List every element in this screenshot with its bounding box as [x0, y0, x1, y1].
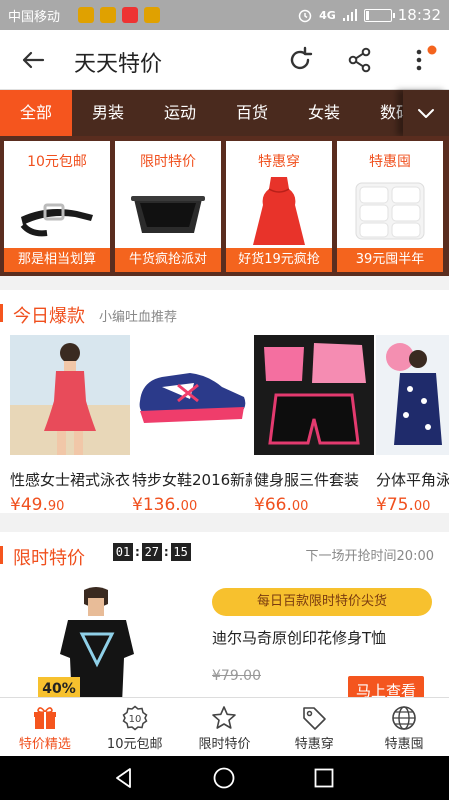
tab-women[interactable]: 女装 — [288, 90, 360, 136]
discount-badge: 40% — [38, 677, 80, 697]
view-now-button[interactable]: 马上查看 — [348, 676, 424, 697]
flash-sale-section: 限时特价 01 : 27 : 15 下一场开抢时间20:00 40% 每日百款限… — [0, 532, 449, 697]
promo-title: 限时特价 — [140, 154, 196, 170]
daily-deal-banner: 每日百款限时特价尖货 — [212, 588, 432, 616]
nav-label: 特惠囤 — [384, 737, 424, 752]
tab-sports[interactable]: 运动 — [144, 90, 216, 136]
tab-general[interactable]: 百货 — [216, 90, 288, 136]
nav-label: 限时特价 — [198, 737, 251, 752]
section-title: 限时特价 — [13, 548, 85, 569]
product-card[interactable]: 分体平角泳衣 ¥75.00 — [376, 335, 449, 515]
product-price: ¥136.00 — [132, 495, 198, 515]
ten-yuan-icon: 10 — [122, 705, 148, 731]
home-circle-icon[interactable] — [212, 766, 236, 790]
share-icon[interactable] — [345, 45, 375, 75]
gift-icon — [33, 707, 56, 729]
countdown-timer: 01 : 27 : 15 — [113, 543, 191, 561]
product-card[interactable]: 健身服三件套装 ¥66.00 — [254, 335, 374, 515]
more-vertical-icon[interactable] — [404, 45, 440, 75]
promo-card[interactable]: 特惠穿 好货19元疯抢 — [226, 141, 332, 272]
fitness-set-image — [254, 335, 374, 455]
page-title: 天天特价 — [74, 52, 163, 77]
svg-text:10: 10 — [128, 714, 141, 725]
old-price: ¥79.00 — [212, 668, 261, 684]
section-accent-bar — [0, 304, 3, 322]
baking-pan-image — [131, 196, 205, 233]
notification-icon — [100, 7, 116, 23]
arrow-left-icon[interactable] — [18, 45, 48, 75]
globe-icon — [392, 706, 416, 730]
promo-title: 10元包邮 — [27, 154, 87, 170]
status-bar: 中国移动 4G 18:32 — [0, 0, 449, 30]
section-subtitle: 小编吐血推荐 — [99, 310, 178, 325]
timer-hours: 01 — [113, 543, 133, 561]
product-name: 分体平角泳衣 — [376, 471, 449, 489]
promo-title: 特惠囤 — [369, 154, 411, 170]
recents-square-icon[interactable] — [312, 766, 336, 790]
tissue-pack-image — [355, 182, 425, 240]
tab-all[interactable]: 全部 — [0, 90, 72, 136]
promo-card[interactable]: 限时特价 牛货疯抢派对 — [115, 141, 221, 272]
product-price: ¥49.90 — [10, 495, 65, 515]
bottom-nav: 特价精选 10 10元包邮 限时特价 特惠穿 特惠囤 — [0, 697, 449, 756]
nav-flash-sale[interactable]: 限时特价 — [180, 698, 270, 756]
dress-image — [253, 177, 305, 245]
swimsuit-image — [10, 335, 130, 455]
back-triangle-icon[interactable] — [112, 766, 136, 790]
product-card[interactable]: 性感女士裙式泳衣 ¥49.90 — [10, 335, 130, 515]
notification-dot — [427, 45, 437, 55]
nav-label: 特价精选 — [18, 737, 71, 752]
nav-label: 特惠穿 — [294, 737, 334, 752]
flash-item-title: 迪尔马奇原创印花修身T恤 — [212, 629, 387, 647]
battery-icon — [363, 8, 395, 22]
belt-image — [20, 203, 93, 237]
signal-icon — [342, 9, 357, 21]
alarm-icon — [298, 9, 312, 23]
promo-title: 特惠穿 — [258, 154, 300, 170]
tab-men[interactable]: 男装 — [72, 90, 144, 136]
promo-card[interactable]: 特惠囤 39元囤半年 — [337, 141, 443, 272]
app-header: 天天特价 — [0, 30, 449, 90]
promo-footer: 牛货疯抢派对 — [115, 248, 221, 272]
section-title: 今日爆款 — [13, 306, 85, 327]
chevron-down-icon — [418, 109, 434, 118]
network-label: 4G — [319, 8, 336, 22]
promo-footer: 好货19元疯抢 — [226, 248, 332, 272]
section-accent-bar — [0, 546, 3, 564]
notification-icon — [144, 7, 160, 23]
category-tabs: 全部 男装 运动 百货 女装 数码 — [0, 90, 449, 136]
timer-seconds: 15 — [170, 543, 191, 561]
promo-strip: 10元包邮 那是相当划算 限时特价 牛货疯抢派对 特惠穿 好货19元疯抢 特惠囤 — [0, 136, 449, 276]
tag-icon — [303, 707, 327, 730]
clock: 18:32 — [397, 6, 441, 24]
today-hot-section: 今日爆款 小编吐血推荐 性感女士裙式泳衣 ¥49.90 特步女鞋2016新款 ¥… — [0, 290, 449, 515]
tabs-expand-button[interactable] — [403, 90, 449, 136]
sneaker-image — [132, 335, 252, 455]
carrier-label: 中国移动 — [8, 10, 61, 25]
nav-featured[interactable]: 特价精选 — [0, 698, 90, 756]
product-name: 性感女士裙式泳衣 — [10, 471, 130, 489]
promo-footer: 39元囤半年 — [337, 248, 443, 272]
timer-minutes: 27 — [141, 543, 162, 561]
nav-label: 10元包邮 — [106, 737, 163, 752]
refresh-icon[interactable] — [285, 45, 315, 75]
nav-ten-yuan[interactable]: 10 10元包邮 — [90, 698, 180, 756]
product-name: 特步女鞋2016新款 — [132, 471, 252, 489]
product-price: ¥66.00 — [254, 495, 309, 515]
next-session-text: 下一场开抢时间20:00 — [305, 549, 434, 564]
product-price: ¥75.00 — [376, 495, 431, 515]
floral-swimsuit-image — [376, 335, 449, 455]
system-nav-bar — [0, 756, 449, 800]
star-icon — [212, 706, 237, 729]
nav-stock[interactable]: 特惠囤 — [359, 698, 449, 756]
product-name: 健身服三件套装 — [254, 471, 360, 489]
product-card[interactable]: 特步女鞋2016新款 ¥136.00 — [132, 335, 252, 515]
notification-icon — [78, 7, 94, 23]
notification-icon — [122, 7, 138, 23]
promo-card[interactable]: 10元包邮 那是相当划算 — [4, 141, 110, 272]
promo-footer: 那是相当划算 — [4, 248, 110, 272]
nav-wear[interactable]: 特惠穿 — [269, 698, 359, 756]
